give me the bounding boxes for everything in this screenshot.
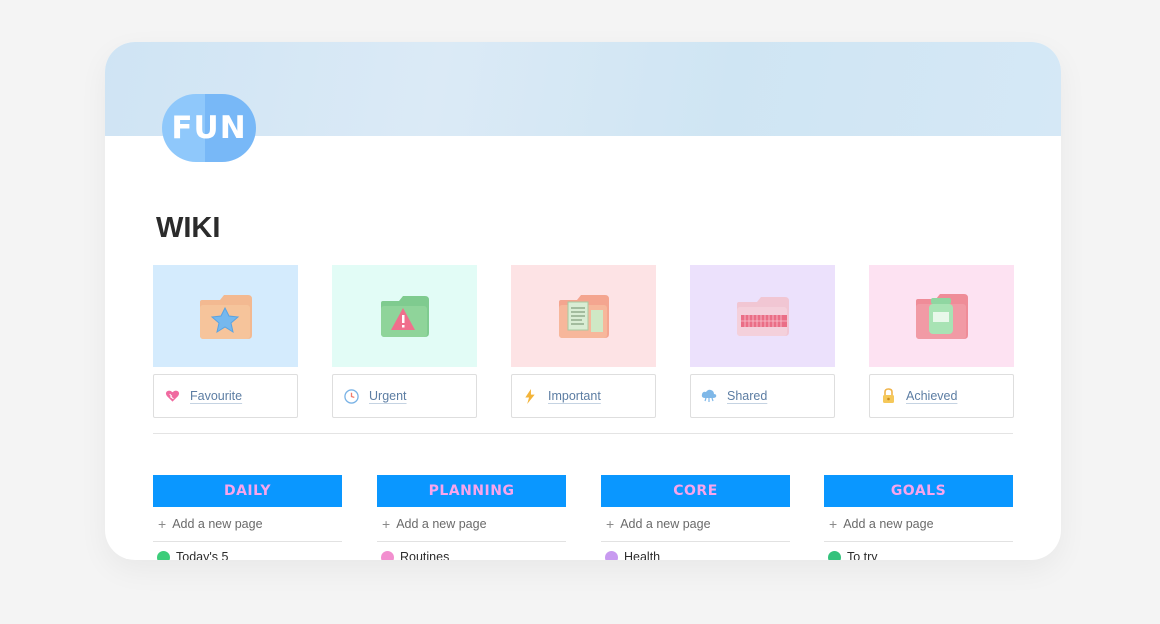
- board-header[interactable]: DAILY: [153, 475, 342, 507]
- thumbnail[interactable]: [690, 265, 835, 367]
- gallery-card-shared[interactable]: Shared: [690, 265, 835, 418]
- plus-icon: +: [158, 516, 167, 532]
- list-item[interactable]: Today's 5: [153, 542, 342, 560]
- gallery-card-important[interactable]: Important: [511, 265, 656, 418]
- gallery-card-urgent[interactable]: Urgent: [332, 265, 477, 418]
- add-new-page-button[interactable]: + Add a new page: [824, 507, 1013, 542]
- document-folder-icon: [558, 295, 609, 338]
- gallery-link-important[interactable]: Important: [511, 374, 656, 418]
- page-logo-icon[interactable]: FUN: [162, 94, 256, 162]
- add-page-label: Add a new page: [843, 517, 934, 531]
- thumbnail[interactable]: [869, 265, 1014, 367]
- checklist-icon: [157, 550, 170, 560]
- gallery-card-favourite[interactable]: Favourite: [153, 265, 298, 418]
- board-planning: PLANNING + Add a new page Routines: [377, 475, 566, 560]
- gallery-label[interactable]: Shared: [727, 389, 767, 403]
- board-header[interactable]: GOALS: [824, 475, 1013, 507]
- list-item[interactable]: To try: [824, 542, 1013, 560]
- page-title[interactable]: WIKI: [156, 212, 220, 245]
- add-page-label: Add a new page: [172, 517, 263, 531]
- network-folder-icon: [736, 297, 789, 336]
- gallery-link-favourite[interactable]: Favourite: [153, 374, 298, 418]
- heart-icon: [164, 388, 180, 404]
- add-new-page-button[interactable]: + Add a new page: [377, 507, 566, 542]
- padlock-icon: [880, 388, 896, 404]
- gallery-label[interactable]: Important: [548, 389, 601, 403]
- board-title: PLANNING: [428, 483, 515, 499]
- thumbnail[interactable]: [332, 265, 477, 367]
- gallery-link-achieved[interactable]: Achieved: [869, 374, 1014, 418]
- gallery-link-urgent[interactable]: Urgent: [332, 374, 477, 418]
- flower-icon: [381, 550, 394, 560]
- star-folder-icon: [199, 295, 252, 339]
- board-title: DAILY: [223, 483, 272, 499]
- clock-icon: [343, 388, 359, 404]
- plus-icon: +: [606, 516, 615, 532]
- checkmark-icon: [828, 550, 841, 560]
- gallery-label[interactable]: Favourite: [190, 389, 242, 403]
- divider: [153, 433, 1013, 434]
- item-title: To try: [847, 550, 878, 560]
- add-new-page-button[interactable]: + Add a new page: [601, 507, 790, 542]
- board-title: CORE: [673, 483, 718, 499]
- plus-icon: +: [382, 516, 391, 532]
- item-title: Routines: [400, 550, 450, 560]
- board-core: CORE + Add a new page Health: [601, 475, 790, 560]
- add-page-label: Add a new page: [620, 517, 711, 531]
- add-page-label: Add a new page: [396, 517, 487, 531]
- list-item[interactable]: Routines: [377, 542, 566, 560]
- gallery-card-achieved[interactable]: Achieved: [869, 265, 1014, 418]
- warning-folder-icon: [380, 296, 429, 337]
- board-title: GOALS: [890, 483, 947, 499]
- board-goals: GOALS + Add a new page To try: [824, 475, 1013, 560]
- board-header[interactable]: CORE: [601, 475, 790, 507]
- board-daily: DAILY + Add a new page Today's 5: [153, 475, 342, 560]
- gallery-link-shared[interactable]: Shared: [690, 374, 835, 418]
- gallery-label[interactable]: Urgent: [369, 389, 407, 403]
- board-header[interactable]: PLANNING: [377, 475, 566, 507]
- gallery-label[interactable]: Achieved: [906, 389, 957, 403]
- item-title: Today's 5: [176, 550, 229, 560]
- cloud-icon: [701, 388, 717, 404]
- list-item[interactable]: Health: [601, 542, 790, 560]
- thumbnail[interactable]: [511, 265, 656, 367]
- add-new-page-button[interactable]: + Add a new page: [153, 507, 342, 542]
- plus-icon: +: [829, 516, 838, 532]
- logo-text: FUN: [171, 110, 247, 146]
- heart-hand-icon: [605, 550, 618, 560]
- wiki-page-card: FUN WIKI Favourite Urgent Important Shar…: [105, 42, 1061, 560]
- item-title: Health: [624, 550, 661, 560]
- lightning-icon: [522, 388, 538, 404]
- jar-folder-icon: [915, 294, 968, 339]
- thumbnail[interactable]: [153, 265, 298, 367]
